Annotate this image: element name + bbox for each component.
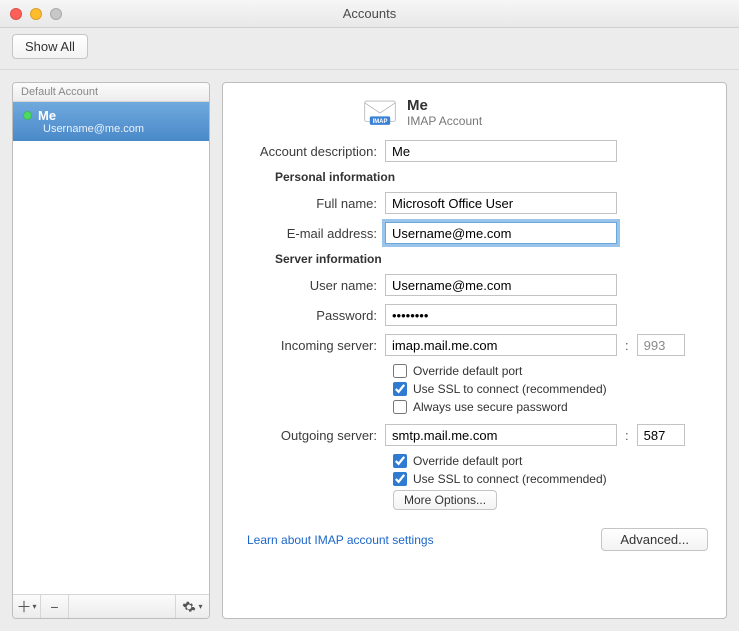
incoming-ssl-label: Use SSL to connect (recommended) <box>413 382 607 396</box>
incoming-port-input <box>637 334 685 356</box>
incoming-server-input[interactable] <box>385 334 617 356</box>
sidebar-footer: ＋▾ − ▾ <box>13 594 209 618</box>
password-input[interactable] <box>385 304 617 326</box>
account-name: Me <box>38 108 56 123</box>
toolbar: Show All <box>0 28 739 70</box>
svg-text:IMAP: IMAP <box>373 119 388 125</box>
remove-account-button[interactable]: − <box>41 595 69 618</box>
account-list-item[interactable]: Me Username@me.com <box>13 102 209 141</box>
port-separator: : <box>625 338 629 353</box>
section-personal: Personal information <box>275 170 708 184</box>
incoming-override-port-label: Override default port <box>413 364 522 378</box>
accounts-list: Me Username@me.com <box>13 102 209 594</box>
incoming-override-port-checkbox[interactable] <box>393 364 407 378</box>
more-options-button[interactable]: More Options... <box>393 490 497 510</box>
account-detail-panel: IMAP Me IMAP Account Account description… <box>222 82 727 619</box>
account-email: Username@me.com <box>23 123 201 135</box>
accounts-sidebar: Default Account Me Username@me.com ＋▾ − … <box>12 82 210 619</box>
outgoing-override-port-checkbox[interactable] <box>393 454 407 468</box>
label-outgoing: Outgoing server: <box>233 428 385 443</box>
learn-imap-link[interactable]: Learn about IMAP account settings <box>247 533 434 547</box>
incoming-secure-password-label: Always use secure password <box>413 400 568 414</box>
full-name-input[interactable] <box>385 192 617 214</box>
add-account-button[interactable]: ＋▾ <box>13 595 41 618</box>
outgoing-server-input[interactable] <box>385 424 617 446</box>
detail-subtitle: IMAP Account <box>407 114 482 128</box>
email-input[interactable] <box>385 222 617 244</box>
gear-icon <box>182 600 196 614</box>
mail-imap-icon: IMAP <box>363 99 397 127</box>
label-username: User name: <box>233 278 385 293</box>
settings-gear-button[interactable]: ▾ <box>175 595 209 618</box>
port-separator-2: : <box>625 428 629 443</box>
outgoing-ssl-checkbox[interactable] <box>393 472 407 486</box>
detail-header: IMAP Me IMAP Account <box>363 97 708 128</box>
account-description-input[interactable] <box>385 140 617 162</box>
window-title: Accounts <box>0 6 739 21</box>
label-fullname: Full name: <box>233 196 385 211</box>
label-description: Account description: <box>233 144 385 159</box>
status-online-icon <box>23 111 32 120</box>
outgoing-ssl-label: Use SSL to connect (recommended) <box>413 472 607 486</box>
label-password: Password: <box>233 308 385 323</box>
outgoing-port-input[interactable] <box>637 424 685 446</box>
incoming-secure-password-checkbox[interactable] <box>393 400 407 414</box>
incoming-ssl-checkbox[interactable] <box>393 382 407 396</box>
username-input[interactable] <box>385 274 617 296</box>
label-incoming: Incoming server: <box>233 338 385 353</box>
outgoing-override-port-label: Override default port <box>413 454 522 468</box>
advanced-button[interactable]: Advanced... <box>601 528 708 551</box>
label-email: E-mail address: <box>233 226 385 241</box>
detail-title: Me <box>407 97 482 114</box>
titlebar: Accounts <box>0 0 739 28</box>
section-server: Server information <box>275 252 708 266</box>
show-all-button[interactable]: Show All <box>12 34 88 59</box>
sidebar-header: Default Account <box>13 83 209 102</box>
